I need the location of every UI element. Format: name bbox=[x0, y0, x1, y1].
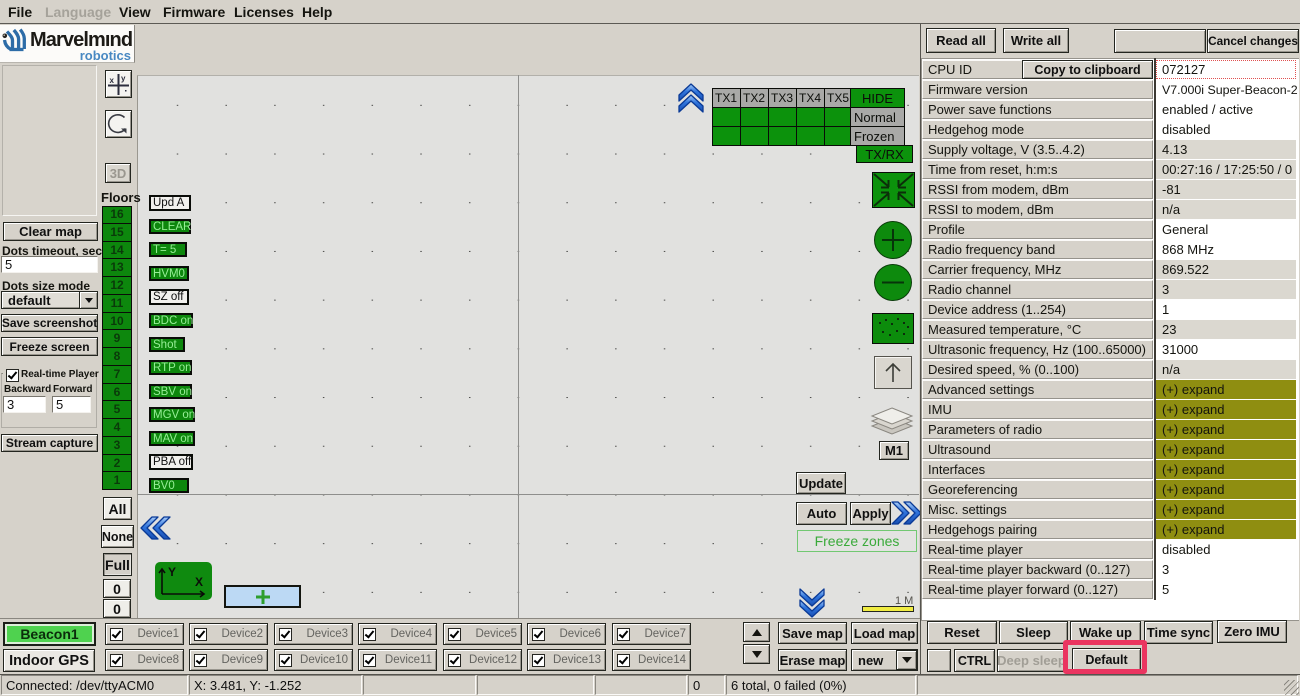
svg-text:X: X bbox=[195, 575, 203, 589]
svg-text:y: y bbox=[121, 74, 126, 83]
svg-text:Y: Y bbox=[168, 565, 176, 579]
svg-text:x: x bbox=[110, 76, 115, 85]
